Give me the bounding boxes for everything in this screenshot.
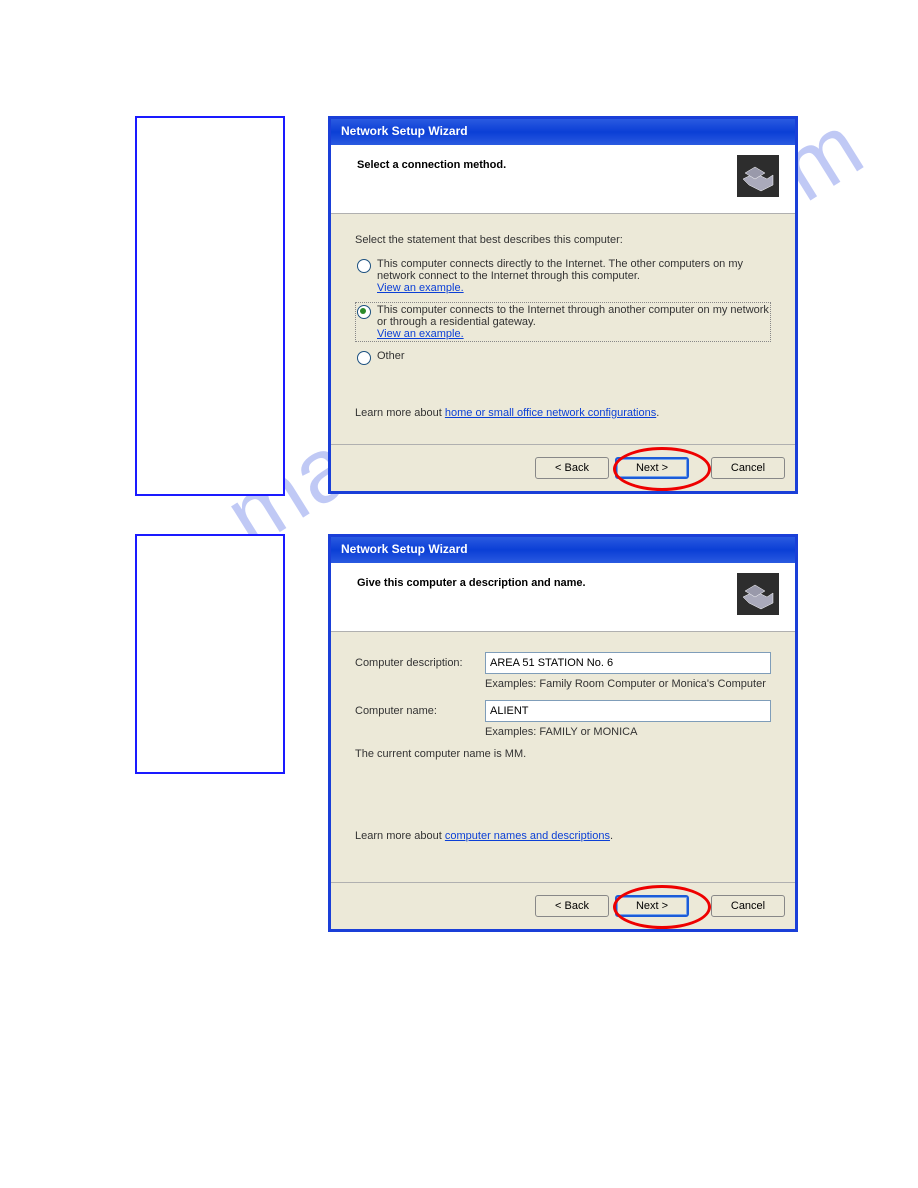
option-text: This computer connects to the Internet t… [377, 304, 769, 340]
view-example-link[interactable]: View an example. [377, 282, 464, 294]
wizard-content: Computer description: Examples: Family R… [331, 632, 795, 882]
option-other[interactable]: Other [355, 348, 771, 367]
dot: . [610, 830, 613, 842]
option-label: This computer connects to the Internet t… [377, 304, 769, 328]
wizard-heading: Give this computer a description and nam… [347, 573, 586, 589]
radio-icon [357, 259, 371, 273]
instruction-text: Select the statement that best describes… [355, 234, 771, 246]
learn-more: Learn more about home or small office ne… [355, 407, 771, 419]
sidebar-placeholder-2 [135, 534, 285, 774]
next-button[interactable]: Next > [615, 895, 689, 917]
network-icon [737, 155, 779, 197]
titlebar: Network Setup Wizard [331, 537, 795, 563]
button-bar: < Back Next > Cancel [331, 882, 795, 929]
dot: . [656, 407, 659, 419]
current-computer-name: The current computer name is MM. [355, 748, 771, 760]
example-name: Examples: FAMILY or MONICA [485, 726, 771, 738]
label-computer-description: Computer description: [355, 657, 485, 669]
back-button[interactable]: < Back [535, 895, 609, 917]
option-label: This computer connects directly to the I… [377, 258, 743, 282]
sidebar-placeholder-1 [135, 116, 285, 496]
network-wizard-name: Network Setup Wizard Give this computer … [328, 534, 798, 932]
option-text: This computer connects directly to the I… [377, 258, 769, 294]
wizard-heading: Select a connection method. [347, 155, 506, 171]
learn-more-link[interactable]: home or small office network configurati… [445, 407, 656, 419]
option-direct-internet[interactable]: This computer connects directly to the I… [355, 256, 771, 296]
wizard-header: Give this computer a description and nam… [331, 563, 795, 632]
cancel-button[interactable]: Cancel [711, 895, 785, 917]
computer-description-input[interactable] [485, 652, 771, 674]
titlebar: Network Setup Wizard [331, 119, 795, 145]
view-example-link[interactable]: View an example. [377, 328, 464, 340]
row-computer-name: Computer name: [355, 700, 771, 722]
option-through-gateway[interactable]: This computer connects to the Internet t… [355, 302, 771, 342]
network-icon [737, 573, 779, 615]
learn-more-prefix: Learn more about [355, 407, 445, 419]
row-computer-description: Computer description: [355, 652, 771, 674]
learn-more-prefix: Learn more about [355, 830, 445, 842]
network-wizard-connection: Network Setup Wizard Select a connection… [328, 116, 798, 494]
radio-icon [357, 351, 371, 365]
back-button[interactable]: < Back [535, 457, 609, 479]
radio-icon [357, 305, 371, 319]
cancel-button[interactable]: Cancel [711, 457, 785, 479]
label-computer-name: Computer name: [355, 705, 485, 717]
wizard-header: Select a connection method. [331, 145, 795, 214]
learn-more: Learn more about computer names and desc… [355, 830, 771, 842]
wizard-content: Select the statement that best describes… [331, 214, 795, 444]
next-button[interactable]: Next > [615, 457, 689, 479]
computer-name-input[interactable] [485, 700, 771, 722]
example-description: Examples: Family Room Computer or Monica… [485, 678, 771, 690]
option-label: Other [377, 350, 769, 362]
learn-more-link[interactable]: computer names and descriptions [445, 830, 610, 842]
button-bar: < Back Next > Cancel [331, 444, 795, 491]
